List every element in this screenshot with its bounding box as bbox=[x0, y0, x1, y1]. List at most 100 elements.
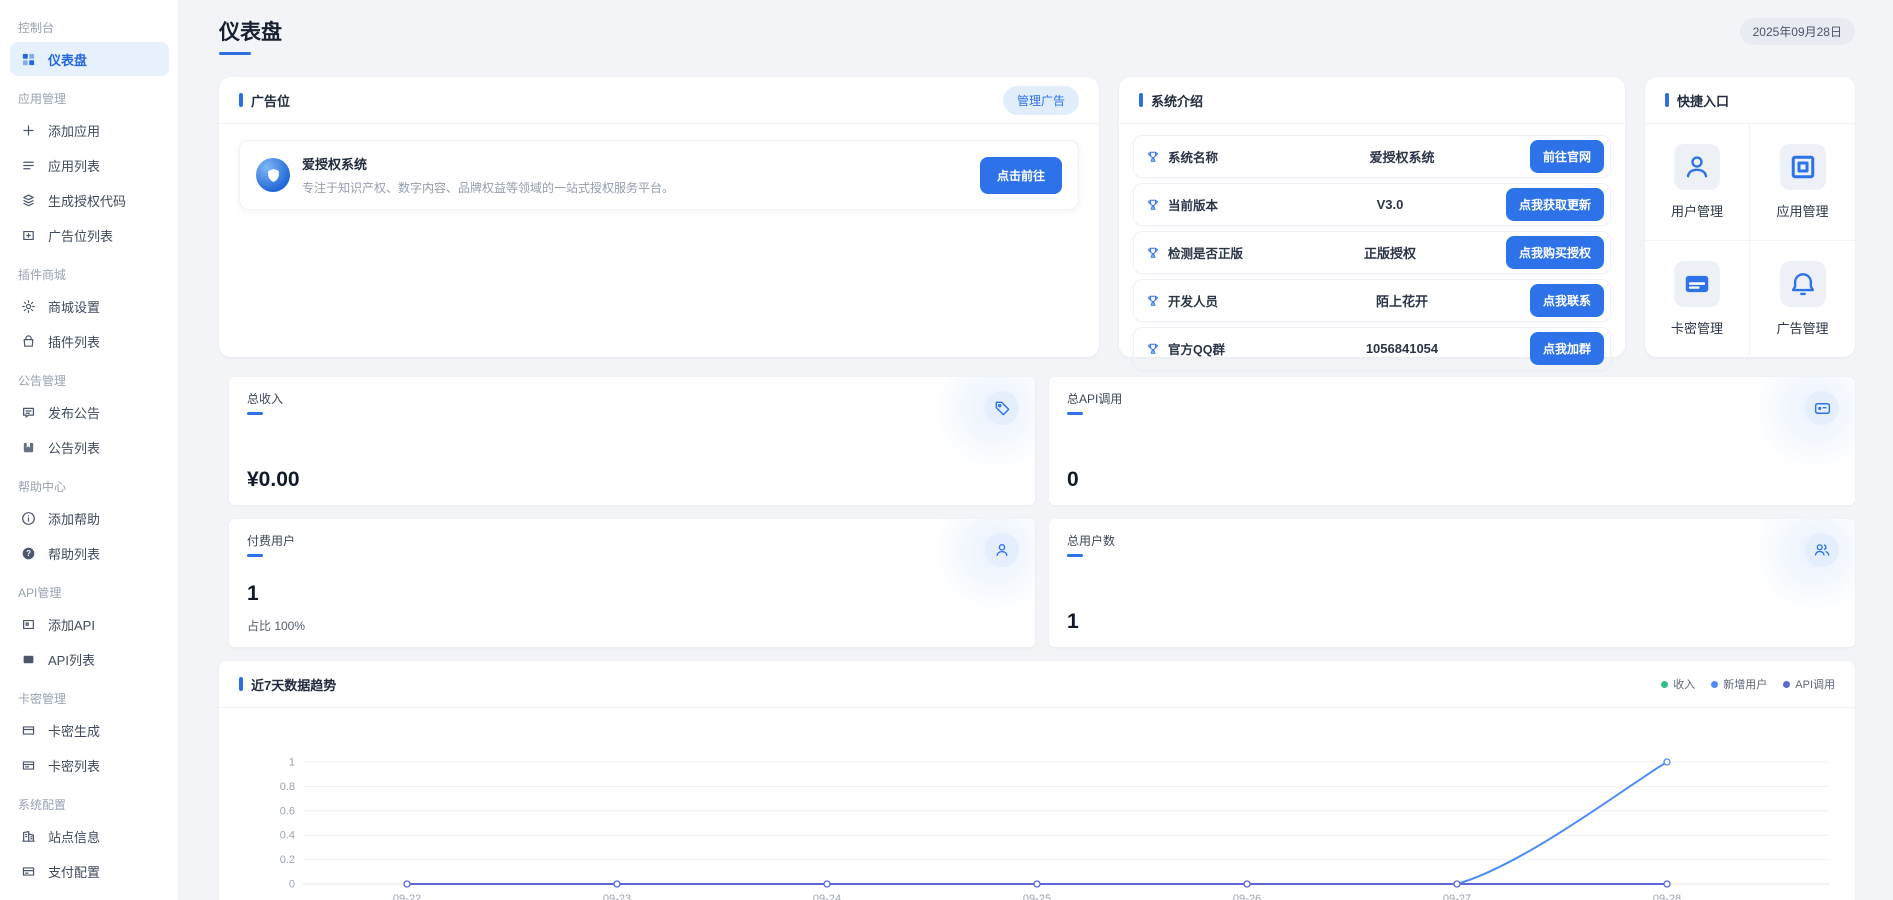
stat-card-总API调用: 总API调用0 bbox=[1049, 377, 1855, 505]
sidebar-item-添加API[interactable]: 添加API bbox=[10, 607, 169, 641]
legend-label: API调用 bbox=[1795, 676, 1835, 692]
layers-icon bbox=[21, 193, 36, 208]
sidebar-item-仪表盘[interactable]: 仪表盘 bbox=[10, 42, 169, 76]
stat-value: ¥0.00 bbox=[247, 468, 1017, 492]
info-icon bbox=[21, 511, 36, 526]
quick-entry-label: 用户管理 bbox=[1671, 201, 1723, 220]
sidebar-item-商城设置[interactable]: 商城设置 bbox=[10, 289, 169, 323]
manage-ads-button[interactable]: 管理广告 bbox=[1003, 86, 1079, 115]
stat-label: 总用户数 bbox=[1067, 532, 1837, 557]
card-accent-bar bbox=[1139, 93, 1143, 107]
sidebar-item-邮件配置[interactable]: 邮件配置 bbox=[10, 889, 169, 900]
topbar: 仪表盘 2025年09月28日 bbox=[219, 16, 1855, 55]
trend-chart-svg: 00.20.40.60.8109-2209-2309-2409-2509-260… bbox=[237, 712, 1837, 900]
sidebar-item-API列表[interactable]: API列表 bbox=[10, 642, 169, 676]
sidebar-item-卡密生成[interactable]: 卡密生成 bbox=[10, 713, 169, 747]
sidebar-section-label: 公告管理 bbox=[0, 359, 179, 394]
sidebar-item-帮助列表[interactable]: ?帮助列表 bbox=[10, 536, 169, 570]
trophy-icon bbox=[1146, 246, 1160, 260]
ad-frame-icon bbox=[21, 228, 36, 243]
sidebar-item-添加帮助[interactable]: 添加帮助 bbox=[10, 501, 169, 535]
system-intro-row: 检测是否正版正版授权点我购买授权 bbox=[1133, 231, 1611, 274]
card-accent-bar bbox=[1665, 93, 1669, 107]
stat-card-付费用户: 付费用户1占比 100% bbox=[229, 519, 1035, 647]
system-intro-row: 当前版本V3.0点我获取更新 bbox=[1133, 183, 1611, 226]
sidebar-item-应用列表[interactable]: 应用列表 bbox=[10, 148, 169, 182]
quick-entry-label: 卡密管理 bbox=[1671, 318, 1723, 337]
sidebar-item-发布公告[interactable]: 发布公告 bbox=[10, 395, 169, 429]
quick-entry-卡密管理[interactable]: 卡密管理 bbox=[1645, 241, 1750, 357]
sidebar-section-label: 系统配置 bbox=[0, 783, 179, 818]
users-icon bbox=[1805, 533, 1839, 567]
sidebar-section-label: 卡密管理 bbox=[0, 677, 179, 712]
ad-info: 爱授权系统 专注于知识产权、数字内容、品牌权益等领域的一站式授权服务平台。 bbox=[302, 154, 968, 196]
system-intro-card: 系统介绍 系统名称爱授权系统前往官网当前版本V3.0点我获取更新检测是否正版正版… bbox=[1119, 77, 1625, 357]
system-row-button[interactable]: 点我获取更新 bbox=[1506, 188, 1604, 221]
bag-icon bbox=[21, 334, 36, 349]
sidebar-item-插件列表[interactable]: 插件列表 bbox=[10, 324, 169, 358]
system-row-button[interactable]: 点我加群 bbox=[1530, 332, 1604, 365]
legend-item-新增用户[interactable]: 新增用户 bbox=[1711, 676, 1767, 692]
sidebar-item-站点信息[interactable]: 站点信息 bbox=[10, 819, 169, 853]
sidebar-item-广告位列表[interactable]: 广告位列表 bbox=[10, 218, 169, 252]
svg-text:0: 0 bbox=[289, 879, 295, 891]
ad-description: 专注于知识产权、数字内容、品牌权益等领域的一站式授权服务平台。 bbox=[302, 179, 968, 196]
svg-text:0.4: 0.4 bbox=[280, 830, 295, 842]
trend-chart-card: 近7天数据趋势 收入新增用户API调用 00.20.40.60.8109-220… bbox=[219, 661, 1855, 900]
sidebar-item-label: 添加应用 bbox=[48, 121, 100, 140]
svg-text:09-27: 09-27 bbox=[1443, 893, 1471, 900]
stat-value: 1 bbox=[247, 582, 1017, 606]
ad-manage-icon bbox=[1780, 261, 1826, 307]
quick-entry-label: 应用管理 bbox=[1776, 201, 1828, 220]
system-intro-row: 系统名称爱授权系统前往官网 bbox=[1133, 135, 1611, 178]
system-row-button[interactable]: 点我联系 bbox=[1530, 284, 1604, 317]
legend-item-收入[interactable]: 收入 bbox=[1661, 676, 1695, 692]
sidebar-section-label: 插件商城 bbox=[0, 253, 179, 288]
ad-card-title: 广告位 bbox=[251, 91, 1003, 110]
stat-decor-blob bbox=[1749, 377, 1855, 475]
message-icon bbox=[21, 405, 36, 420]
stat-value: 1 bbox=[1067, 610, 1837, 634]
stat-value: 0 bbox=[1067, 468, 1837, 492]
system-row-button[interactable]: 点我购买授权 bbox=[1506, 236, 1604, 269]
sidebar-item-卡密列表[interactable]: 卡密列表 bbox=[10, 748, 169, 782]
sidebar-item-label: 应用列表 bbox=[48, 156, 100, 175]
sidebar-item-label: API列表 bbox=[48, 650, 95, 669]
top-cards-row: 广告位 管理广告 爱授权系统 专注于知识产权、数字内容、品牌权益等领域的一站式授… bbox=[219, 77, 1855, 357]
shield-logo-icon bbox=[256, 158, 290, 192]
list-icon bbox=[21, 158, 36, 173]
quick-entry-用户管理[interactable]: 用户管理 bbox=[1645, 124, 1750, 241]
svg-text:09-25: 09-25 bbox=[1023, 893, 1051, 900]
card-list-icon bbox=[21, 758, 36, 773]
sidebar-item-公告列表[interactable]: 公告列表 bbox=[10, 430, 169, 464]
ad-go-button[interactable]: 点击前往 bbox=[980, 157, 1062, 194]
legend-label: 新增用户 bbox=[1723, 676, 1767, 692]
sidebar-item-生成授权代码[interactable]: 生成授权代码 bbox=[10, 183, 169, 217]
trophy-icon bbox=[1146, 198, 1160, 212]
chart-legend: 收入 新增用户 API调用 bbox=[1661, 676, 1835, 692]
system-row-label: 系统名称 bbox=[1168, 147, 1274, 166]
svg-text:09-22: 09-22 bbox=[393, 893, 421, 900]
sidebar-item-支付配置[interactable]: 支付配置 bbox=[10, 854, 169, 888]
quick-entry-广告管理[interactable]: 广告管理 bbox=[1750, 241, 1855, 357]
quick-entry-应用管理[interactable]: 应用管理 bbox=[1750, 124, 1855, 241]
sidebar-section-label: 应用管理 bbox=[0, 77, 179, 112]
system-row-button[interactable]: 前往官网 bbox=[1530, 140, 1604, 173]
sidebar-item-添加应用[interactable]: 添加应用 bbox=[10, 113, 169, 147]
sidebar-item-label: 仪表盘 bbox=[48, 50, 87, 69]
card-accent-bar bbox=[239, 93, 243, 107]
card-manage-icon bbox=[1674, 261, 1720, 307]
quick-card-title: 快捷入口 bbox=[1677, 91, 1835, 110]
sidebar-item-label: 添加API bbox=[48, 615, 95, 634]
trophy-icon bbox=[1146, 150, 1160, 164]
svg-text:0.6: 0.6 bbox=[280, 805, 295, 817]
stats-row-1: 总收入¥0.00总API调用0 bbox=[229, 377, 1855, 505]
ad-item[interactable]: 爱授权系统 专注于知识产权、数字内容、品牌权益等领域的一站式授权服务平台。 点击… bbox=[239, 140, 1079, 210]
sidebar: 控制台仪表盘应用管理添加应用应用列表生成授权代码广告位列表插件商城商城设置插件列… bbox=[0, 0, 179, 900]
system-row-value: 正版授权 bbox=[1282, 243, 1498, 262]
trophy-icon bbox=[1146, 294, 1160, 308]
legend-item-API调用[interactable]: API调用 bbox=[1783, 676, 1835, 692]
stat-card-总收入: 总收入¥0.00 bbox=[229, 377, 1035, 505]
app-manage-icon bbox=[1780, 144, 1826, 190]
svg-text:?: ? bbox=[26, 549, 31, 558]
